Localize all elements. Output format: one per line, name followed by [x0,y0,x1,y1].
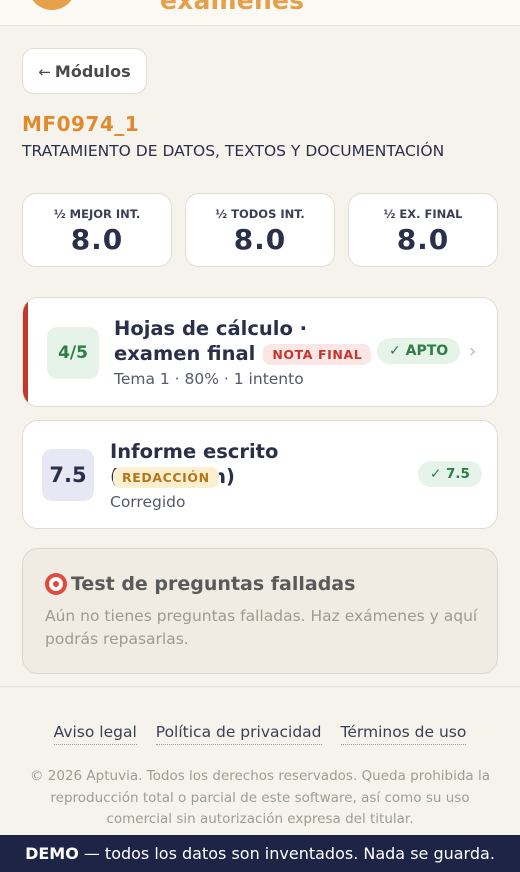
demo-text: — todos los datos son inventados. Nada s… [83,844,495,863]
failed-questions-panel: Test de preguntas falladas Aún no tienes… [22,548,498,674]
back-to-modules-button[interactable]: ← Módulos [22,48,147,94]
demo-banner: DEMO — todos los datos son inventados. N… [0,835,520,872]
privacy-policy-link[interactable]: Política de privacidad [155,723,322,745]
terms-of-use-link[interactable]: Términos de uso [340,723,467,745]
exam-title: Hojas de cálculo · examen final NOTA FINA… [114,316,374,366]
top-header: exámenes [0,0,520,26]
stat-best-attempt: ½ MEJOR INT. 8.0 [22,193,172,267]
back-arrow-icon: ← [38,63,51,81]
stat-label: ½ MEJOR INT. [53,207,141,221]
copyright-text: © 2026 Aptuvia. Todos los derechos reser… [29,768,491,827]
demo-label: DEMO [25,844,79,863]
stat-all-attempts: ½ TODOS INT. 8.0 [185,193,335,267]
back-button-label: Módulos [54,61,131,81]
brand-text: exámenes [160,0,305,15]
status-badge: ✓ APTO [377,338,461,364]
failed-questions-text: Aún no tienes preguntas falladas. Haz ex… [45,607,478,648]
brand-logo [28,0,76,10]
writing-tag: REDACCIÓN [113,467,219,488]
module-title: TRATAMIENTO DE DATOS, TEXTOS Y DOCUMENTA… [22,142,445,160]
chevron-right-icon: › [469,341,477,362]
stat-label: ½ EX. FINAL [383,207,463,221]
final-grade-tag: NOTA FINAL [263,344,372,365]
fail-accent-bar [23,298,28,406]
legal-notice-link[interactable]: Aviso legal [53,723,137,745]
footer-links: Aviso legal Política de privacidad Térmi… [0,723,520,745]
stat-final-exam: ½ EX. FINAL 8.0 [348,193,498,267]
stat-value: 8.0 [233,223,287,256]
stat-value: 8.0 [70,223,124,256]
exam-card-written-report[interactable]: 7.5 Informe escrito (redacción) REDACCIÓ… [22,420,498,529]
target-icon [45,573,67,595]
module-code: MF0974_1 [22,112,140,136]
stat-value: 8.0 [396,223,450,256]
exam-card-spreadsheets[interactable]: 4/5 Hojas de cálculo · examen final NOTA … [22,297,498,407]
footer-divider [0,686,520,687]
stat-label: ½ TODOS INT. [215,207,305,221]
exam-score: 7.5 [42,449,94,501]
status-badge: ✓ 7.5 [418,461,482,487]
exam-subtitle: Tema 1 · 80% · 1 intento [114,370,304,388]
exam-score: 4/5 [47,327,99,379]
failed-questions-title: Test de preguntas falladas [45,573,355,595]
exam-subtitle: Corregido [110,493,186,511]
